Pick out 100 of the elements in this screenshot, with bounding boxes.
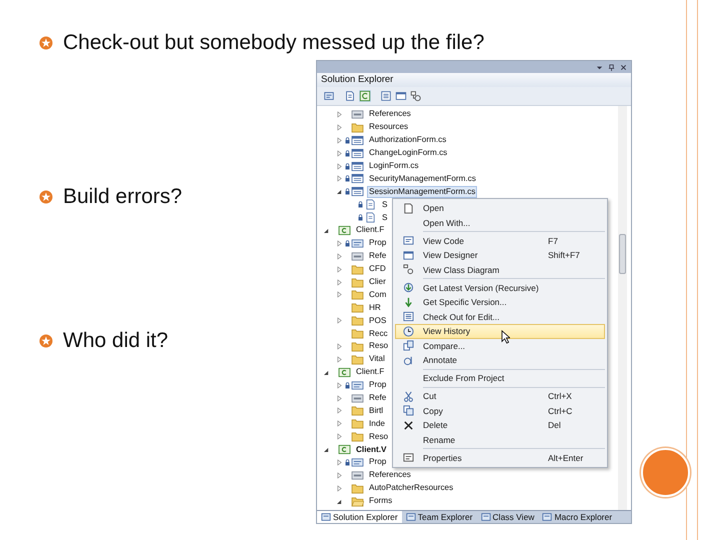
expanded-arrow-icon[interactable] <box>324 446 329 454</box>
tree-item[interactable]: Client.F <box>354 366 386 378</box>
view-designer-icon[interactable] <box>395 90 407 102</box>
folder-icon <box>351 405 364 416</box>
collapsed-arrow-icon[interactable] <box>337 162 342 170</box>
form-icon <box>351 160 364 172</box>
tree-item[interactable]: Com <box>367 288 388 301</box>
tree-item[interactable]: References <box>367 108 413 120</box>
expanded-arrow-icon[interactable] <box>324 368 329 376</box>
tree-item[interactable]: Vital <box>367 353 387 366</box>
tree-item[interactable]: Refe <box>367 250 388 262</box>
collapsed-arrow-icon[interactable] <box>337 433 342 440</box>
folder-icon <box>351 328 364 340</box>
collapsed-arrow-icon[interactable] <box>337 317 342 324</box>
tree-item[interactable]: CFD <box>367 263 388 276</box>
tree-item[interactable]: Forms <box>367 495 394 508</box>
mouse-pointer-icon <box>501 330 510 344</box>
menu-item[interactable]: Annotate <box>395 353 605 368</box>
menu-item[interactable]: Cut Ctrl+X <box>395 389 605 404</box>
tree-item[interactable]: AuthorizationForm.cs <box>367 134 448 146</box>
collapsed-arrow-icon[interactable] <box>337 420 342 428</box>
tree-item[interactable]: Birtl <box>367 404 386 417</box>
tree-item[interactable]: Clier <box>367 276 388 288</box>
tree-item[interactable]: Resources <box>367 121 410 134</box>
tree-item[interactable]: Recc <box>367 328 390 340</box>
tree-item[interactable]: Prop <box>367 237 388 250</box>
collapsed-arrow-icon[interactable] <box>337 291 342 298</box>
menu-item[interactable]: Rename <box>395 432 605 447</box>
tree-item[interactable]: LoginForm.cs <box>367 160 421 172</box>
view-code-icon[interactable] <box>380 90 392 102</box>
collapsed-arrow-icon[interactable] <box>337 394 342 402</box>
tree-item[interactable]: SessionManagementForm.cs <box>367 186 478 198</box>
collapsed-arrow-icon[interactable] <box>337 484 342 492</box>
menu-item[interactable]: Copy Ctrl+C <box>395 404 605 418</box>
scrollbar-thumb[interactable] <box>619 234 626 274</box>
dropdown-icon[interactable] <box>596 64 603 70</box>
collapsed-arrow-icon[interactable] <box>337 458 342 466</box>
menu-item[interactable]: Exclude From Project <box>395 371 605 386</box>
collapsed-arrow-icon[interactable] <box>337 342 342 350</box>
menu-item[interactable]: Open <box>395 201 605 216</box>
menu-item[interactable]: Compare... <box>395 338 605 353</box>
tree-item[interactable]: S <box>380 212 390 224</box>
properties-toolbar-icon[interactable] <box>323 90 335 102</box>
tree-item[interactable]: SecurityManagementForm.cs <box>367 172 478 185</box>
menu-item[interactable]: View Code F7 <box>395 234 605 248</box>
designer-icon <box>402 250 414 261</box>
tree-item[interactable]: Client.F <box>354 224 386 236</box>
collapsed-arrow-icon[interactable] <box>337 124 342 131</box>
folder-icon <box>351 302 364 314</box>
tree-item[interactable]: POS <box>367 314 388 327</box>
tree-item[interactable]: Prop <box>367 379 388 392</box>
panel-tab[interactable]: Solution Explorer <box>317 511 402 523</box>
tree-item[interactable]: ChangeLoginForm.cs <box>367 147 450 160</box>
collapsed-arrow-icon[interactable] <box>337 136 342 144</box>
collapsed-arrow-icon[interactable] <box>337 472 342 479</box>
menu-item[interactable]: Get Specific Version... <box>395 295 605 310</box>
expanded-arrow-icon[interactable] <box>337 498 342 505</box>
collapsed-arrow-icon[interactable] <box>337 278 342 286</box>
tree-item[interactable]: HR <box>367 302 383 314</box>
collapsed-arrow-icon[interactable] <box>337 240 342 247</box>
properties-icon <box>402 452 414 464</box>
references-icon <box>351 392 364 404</box>
collapsed-arrow-icon[interactable] <box>337 110 342 118</box>
tree-item[interactable]: Inde <box>367 418 387 430</box>
tree-item[interactable]: References <box>367 469 413 482</box>
tab-icon <box>406 512 416 522</box>
tree-item[interactable]: Reso <box>367 340 390 352</box>
collapsed-arrow-icon[interactable] <box>337 266 342 273</box>
tree-item[interactable]: AutoPatcherResources <box>367 482 456 494</box>
show-all-files-icon[interactable] <box>344 90 356 102</box>
menu-item[interactable]: View Class Diagram <box>395 262 605 277</box>
tree-item[interactable]: Refe <box>367 392 388 404</box>
tree-item[interactable]: Client.V <box>354 444 388 456</box>
pin-icon[interactable] <box>608 64 615 70</box>
panel-title: Solution Explorer <box>317 73 631 87</box>
delete-x-icon <box>402 420 414 431</box>
menu-item[interactable]: Get Latest Version (Recursive) <box>395 280 605 295</box>
tree-item[interactable]: Prop <box>367 456 388 468</box>
tree-item[interactable]: Reso <box>367 430 390 443</box>
menu-item[interactable]: Properties Alt+Enter <box>395 450 605 465</box>
panel-tab[interactable]: Class View <box>476 511 538 523</box>
panel-tab[interactable]: Team Explorer <box>402 511 477 523</box>
collapsed-arrow-icon[interactable] <box>337 175 342 182</box>
menu-item[interactable]: Delete Del <box>395 418 605 432</box>
collapsed-arrow-icon[interactable] <box>337 252 342 260</box>
collapsed-arrow-icon[interactable] <box>337 382 342 389</box>
close-icon[interactable] <box>620 64 627 70</box>
panel-tab[interactable]: Macro Explorer <box>538 511 616 523</box>
menu-item[interactable]: View Designer Shift+F7 <box>395 248 605 262</box>
form-icon <box>351 134 364 146</box>
class-diagram-icon[interactable] <box>410 90 422 102</box>
menu-item[interactable]: Open With... <box>395 216 605 230</box>
expanded-arrow-icon[interactable] <box>324 226 329 234</box>
collapsed-arrow-icon[interactable] <box>337 407 342 414</box>
expanded-arrow-icon[interactable] <box>337 188 342 196</box>
tree-item[interactable]: S <box>380 198 390 211</box>
collapsed-arrow-icon[interactable] <box>337 150 342 157</box>
collapsed-arrow-icon[interactable] <box>337 356 342 363</box>
menu-item[interactable]: Check Out for Edit... <box>395 310 605 324</box>
menu-item[interactable]: View History <box>395 324 605 338</box>
